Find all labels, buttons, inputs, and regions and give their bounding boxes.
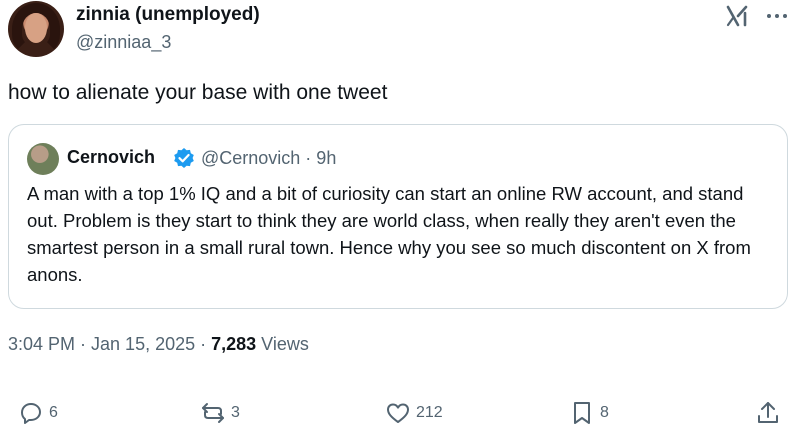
- bookmark-button[interactable]: 8: [569, 400, 609, 426]
- repost-count: 3: [231, 404, 240, 421]
- author-display-name[interactable]: zinnia (unemployed): [76, 4, 260, 26]
- reply-count: 6: [49, 404, 58, 421]
- quoted-tweet-card[interactable]: Cernovich @Cernovich · 9h A man with a t…: [8, 124, 788, 309]
- more-options-icon[interactable]: [765, 6, 789, 26]
- share-icon: [758, 402, 778, 423]
- tweet-text: how to alienate your base with one tweet: [8, 81, 388, 104]
- like-button[interactable]: 212: [385, 400, 443, 426]
- verified-badge-icon: [174, 148, 194, 168]
- views-count: 7,283: [211, 334, 257, 354]
- author-handle[interactable]: @zinniaa_3: [76, 32, 171, 53]
- quoted-tweet-body: A man with a top 1% IQ and a bit of curi…: [27, 183, 751, 285]
- repost-icon: [202, 403, 224, 423]
- like-count: 212: [416, 404, 443, 421]
- reply-button[interactable]: 6: [18, 400, 58, 426]
- heart-icon: [387, 403, 409, 423]
- quoted-author-avatar: [27, 143, 59, 175]
- bookmark-count: 8: [600, 404, 609, 421]
- avatar-face: [25, 13, 47, 43]
- views-label: Views: [256, 334, 309, 354]
- tweet-timestamp[interactable]: 3:04 PM · Jan 15, 2025 ·: [8, 334, 211, 354]
- quoted-author-handle-time: @Cernovich · 9h: [201, 148, 337, 168]
- repost-button[interactable]: 3: [200, 400, 240, 426]
- author-avatar[interactable]: [8, 1, 64, 57]
- bookmark-icon: [574, 402, 590, 424]
- share-button[interactable]: [755, 400, 781, 426]
- reply-icon: [21, 403, 41, 424]
- grok-icon[interactable]: [725, 4, 751, 28]
- quoted-author-name: Cernovich: [67, 147, 156, 167]
- tweet-meta: 3:04 PM · Jan 15, 2025 · 7,283 Views: [8, 334, 309, 355]
